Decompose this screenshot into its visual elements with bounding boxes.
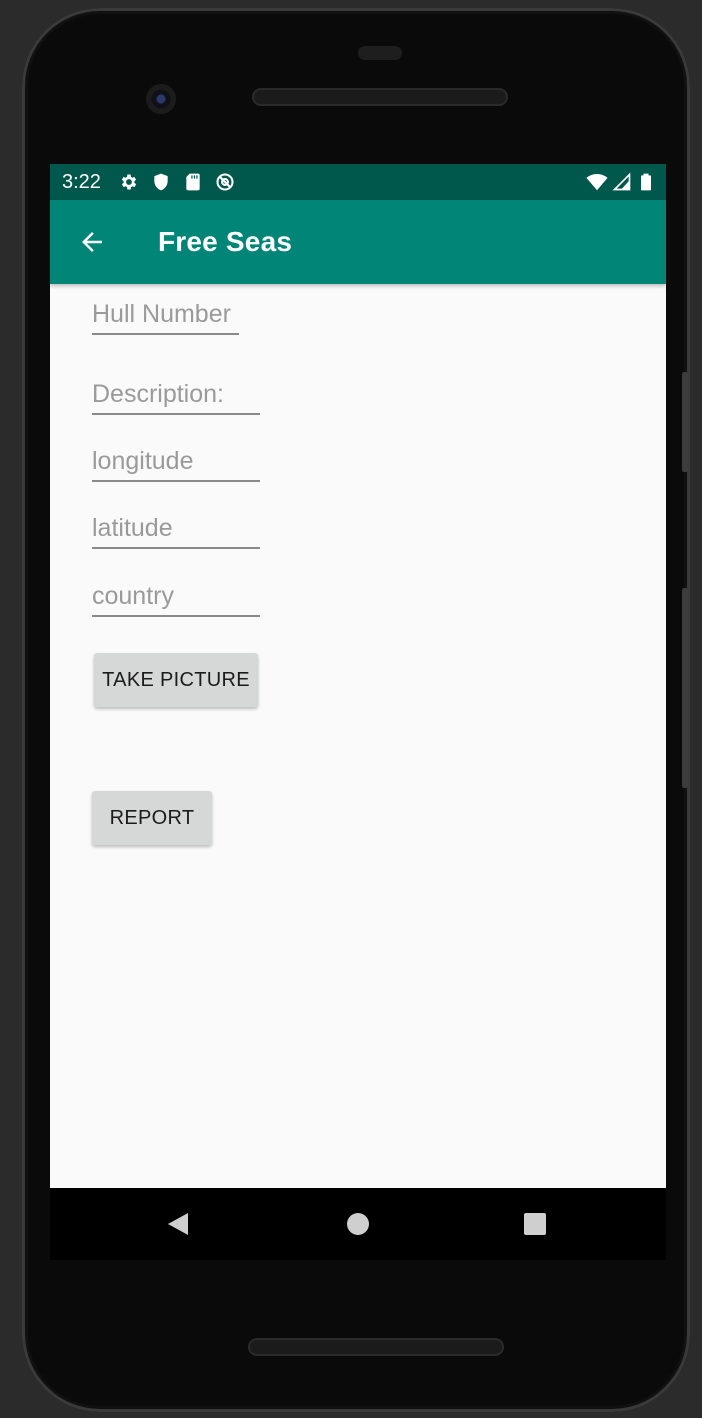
arrow-back-icon [82, 232, 102, 252]
report-label: REPORT [109, 806, 195, 829]
country-input[interactable]: country [92, 582, 260, 617]
app-bar: Free Seas [50, 200, 666, 284]
battery-icon [641, 173, 651, 191]
cell-signal-icon [612, 172, 631, 191]
take-picture-label: TAKE PICTURE [102, 668, 250, 691]
front-camera [146, 84, 176, 114]
status-time: 3:22 [62, 170, 101, 193]
hull-number-input[interactable]: Hull Number [92, 300, 239, 335]
latitude-input[interactable]: latitude [92, 514, 260, 549]
description-placeholder: Description: [92, 380, 224, 408]
longitude-placeholder: longitude [92, 447, 194, 475]
back-button[interactable] [50, 200, 134, 284]
bottom-speaker [248, 1338, 504, 1356]
hull-number-placeholder: Hull Number [92, 300, 231, 328]
sensor [358, 46, 402, 60]
country-placeholder: country [92, 582, 174, 610]
back-triangle-icon[interactable] [166, 1212, 190, 1236]
status-bar: 3:22 [50, 164, 666, 200]
app-title: Free Seas [158, 226, 293, 257]
wifi-icon [586, 174, 608, 191]
recents-square-icon[interactable] [524, 1213, 546, 1235]
longitude-input[interactable]: longitude [92, 447, 260, 482]
power-button [682, 372, 688, 472]
navigation-bar [50, 1188, 666, 1260]
top-speaker [252, 88, 508, 106]
latitude-placeholder: latitude [92, 514, 173, 542]
volume-button [682, 588, 688, 788]
at-sign-icon [216, 173, 234, 191]
description-input[interactable]: Description: [92, 380, 260, 415]
home-circle-icon[interactable] [346, 1212, 370, 1236]
shield-icon [154, 173, 168, 191]
app-screen: 3:22 Free Seas Hull Number Description: … [50, 164, 666, 1188]
take-picture-button[interactable]: TAKE PICTURE [94, 653, 258, 707]
report-button[interactable]: REPORT [92, 791, 212, 845]
gear-icon [121, 174, 137, 190]
sd-card-icon [186, 173, 200, 191]
